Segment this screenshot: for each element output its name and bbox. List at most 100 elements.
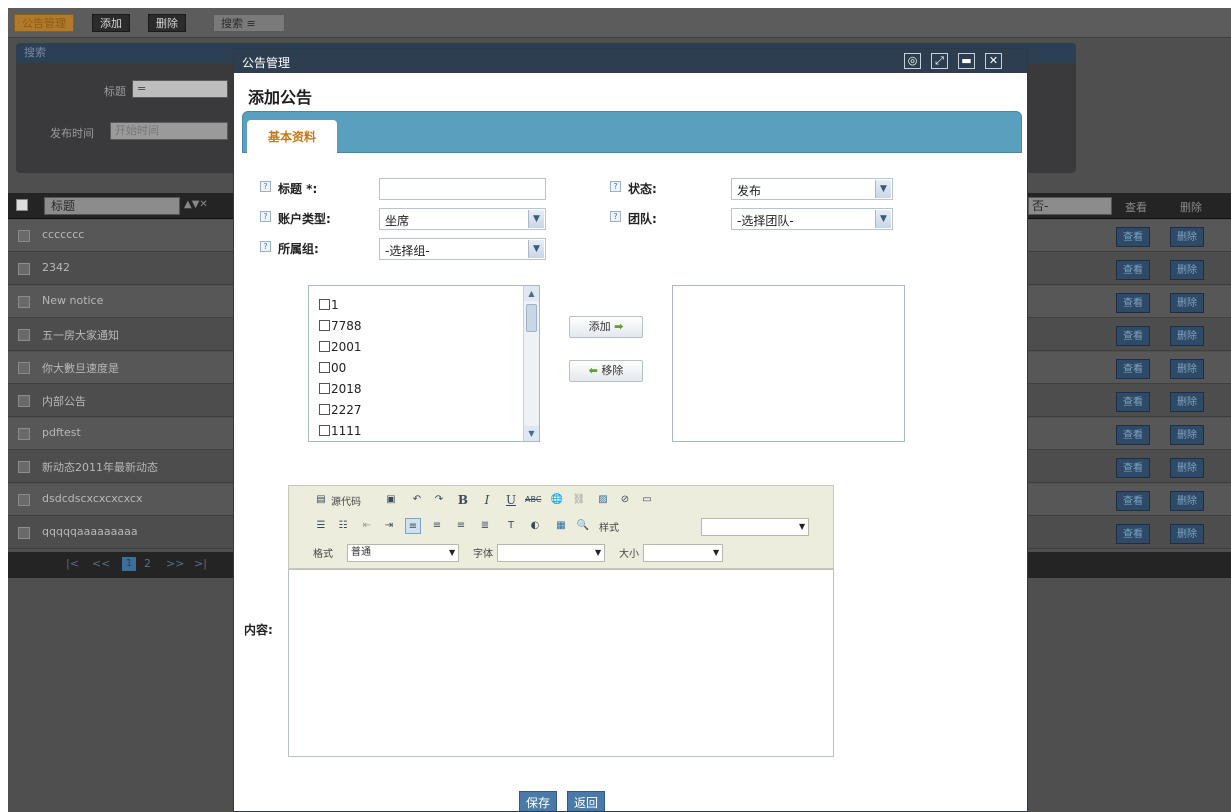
page-2-button[interactable]: 2: [144, 557, 151, 570]
scroll-up-icon[interactable]: ▲: [524, 286, 539, 301]
view-button[interactable]: 查看: [1116, 359, 1150, 379]
row-checkbox[interactable]: [18, 230, 30, 242]
style-select[interactable]: ▼: [701, 518, 809, 536]
italic-icon[interactable]: I: [479, 492, 495, 508]
row-checkbox[interactable]: [18, 428, 30, 440]
view-button[interactable]: 查看: [1116, 524, 1150, 544]
checkbox[interactable]: [319, 362, 330, 373]
ordered-list-icon[interactable]: ☰: [313, 518, 329, 534]
row-delete-button[interactable]: 删除: [1170, 359, 1204, 379]
close-button[interactable]: ✕: [985, 53, 1002, 69]
view-button[interactable]: 查看: [1116, 227, 1150, 247]
outdent-icon[interactable]: ⇤: [359, 518, 375, 534]
row-delete-button[interactable]: 删除: [1170, 227, 1204, 247]
preview-icon[interactable]: 🔍: [575, 518, 591, 534]
checkbox[interactable]: [319, 341, 330, 352]
delete-button[interactable]: 删除: [148, 14, 186, 32]
start-time-input[interactable]: 开始时间: [110, 122, 228, 140]
add-to-selection-button[interactable]: 添加 ➡: [569, 316, 643, 338]
redo-icon[interactable]: ↷: [431, 492, 447, 508]
status-select[interactable]: 发布 ▼: [731, 178, 893, 200]
prev-page-button[interactable]: <<: [92, 557, 110, 570]
last-page-button[interactable]: >|: [194, 557, 207, 570]
row-title[interactable]: 内部公告: [42, 393, 86, 409]
dialog-titlebar[interactable]: 公告管理 ◎ ⤢ ▬ ✕: [234, 49, 1027, 73]
view-button[interactable]: 查看: [1116, 260, 1150, 280]
row-title[interactable]: qqqqqaaaaaaaaa: [42, 525, 138, 538]
row-title[interactable]: pdftest: [42, 426, 81, 439]
indent-icon[interactable]: ⇥: [381, 518, 397, 534]
background-color-icon[interactable]: ◐: [527, 518, 543, 534]
row-checkbox[interactable]: [18, 494, 30, 506]
align-right-icon[interactable]: ≡: [453, 518, 469, 534]
row-checkbox[interactable]: [18, 461, 30, 473]
row-delete-button[interactable]: 删除: [1170, 524, 1204, 544]
row-checkbox[interactable]: [18, 263, 30, 275]
next-page-button[interactable]: >>: [166, 557, 184, 570]
row-title[interactable]: 你大數旦速度是: [42, 360, 119, 376]
select-all-checkbox[interactable]: [16, 199, 28, 211]
align-center-icon[interactable]: ≡: [429, 518, 445, 534]
row-checkbox[interactable]: [18, 362, 30, 374]
unordered-list-icon[interactable]: ☷: [335, 518, 351, 534]
row-checkbox[interactable]: [18, 395, 30, 407]
help-icon[interactable]: ?: [610, 211, 621, 222]
title-column-select[interactable]: 标题: [44, 197, 180, 215]
scrollbar-thumb[interactable]: [526, 304, 537, 332]
save-button[interactable]: 保存: [519, 791, 558, 811]
back-button[interactable]: 返回: [567, 791, 606, 811]
help-icon[interactable]: ?: [260, 181, 271, 192]
link-icon[interactable]: 🌐: [549, 492, 565, 508]
bold-icon[interactable]: B: [455, 492, 471, 508]
group-checkbox-item[interactable]: 2001: [319, 340, 362, 354]
checkbox[interactable]: [319, 425, 330, 436]
align-left-icon[interactable]: ≡: [405, 518, 421, 534]
maximize-button[interactable]: ⤢: [931, 53, 948, 69]
row-title[interactable]: 新动态2011年最新动态: [42, 459, 158, 475]
row-checkbox[interactable]: [18, 329, 30, 341]
checkbox[interactable]: [319, 299, 330, 310]
checkbox[interactable]: [319, 383, 330, 394]
title-input[interactable]: [379, 178, 546, 200]
group-checkbox-item[interactable]: 00: [319, 361, 346, 375]
row-checkbox[interactable]: [18, 527, 30, 539]
account-type-select[interactable]: 坐席 ▼: [379, 208, 546, 230]
row-delete-button[interactable]: 删除: [1170, 260, 1204, 280]
group-select[interactable]: -选择组- ▼: [379, 238, 546, 260]
selected-groups-list[interactable]: [672, 285, 905, 442]
view-button[interactable]: 查看: [1116, 293, 1150, 313]
row-delete-button[interactable]: 删除: [1170, 326, 1204, 346]
group-checkbox-item[interactable]: 7788: [319, 319, 362, 333]
row-title[interactable]: ccccccc: [42, 228, 84, 241]
minimize-button[interactable]: ▬: [958, 53, 975, 69]
source-button[interactable]: 源代码: [331, 493, 361, 508]
view-button[interactable]: 查看: [1116, 491, 1150, 511]
font-select[interactable]: ▼: [497, 544, 605, 562]
unlink-icon[interactable]: ⛓: [571, 492, 587, 508]
row-delete-button[interactable]: 删除: [1170, 392, 1204, 412]
save-doc-icon[interactable]: ▣: [383, 492, 399, 508]
row-delete-button[interactable]: 删除: [1170, 293, 1204, 313]
row-delete-button[interactable]: 删除: [1170, 425, 1204, 445]
row-title[interactable]: 2342: [42, 261, 70, 274]
scrollbar[interactable]: ▲ ▼: [523, 286, 539, 441]
search-button[interactable]: 搜索 ≡: [213, 14, 285, 32]
row-title[interactable]: New notice: [42, 294, 103, 307]
help-icon[interactable]: ?: [260, 211, 271, 222]
underline-icon[interactable]: U: [503, 492, 519, 508]
scroll-down-icon[interactable]: ▼: [524, 426, 539, 441]
row-delete-button[interactable]: 删除: [1170, 491, 1204, 511]
help-icon[interactable]: ?: [260, 241, 271, 252]
group-checkbox-item[interactable]: 1111: [319, 424, 362, 438]
view-button[interactable]: 查看: [1116, 392, 1150, 412]
undo-icon[interactable]: ↶: [409, 492, 425, 508]
filter-select[interactable]: 否-: [1028, 197, 1112, 215]
group-checkbox-item[interactable]: 2227: [319, 403, 362, 417]
text-color-icon[interactable]: T: [503, 518, 519, 534]
team-select[interactable]: -选择团队- ▼: [731, 208, 893, 230]
tab-basic-info[interactable]: 基本资料: [247, 120, 337, 154]
add-button[interactable]: 添加: [92, 14, 130, 32]
search-title-operator-select[interactable]: =: [132, 80, 228, 98]
help-icon[interactable]: ?: [610, 181, 621, 192]
strikethrough-icon[interactable]: ABC: [525, 492, 541, 508]
